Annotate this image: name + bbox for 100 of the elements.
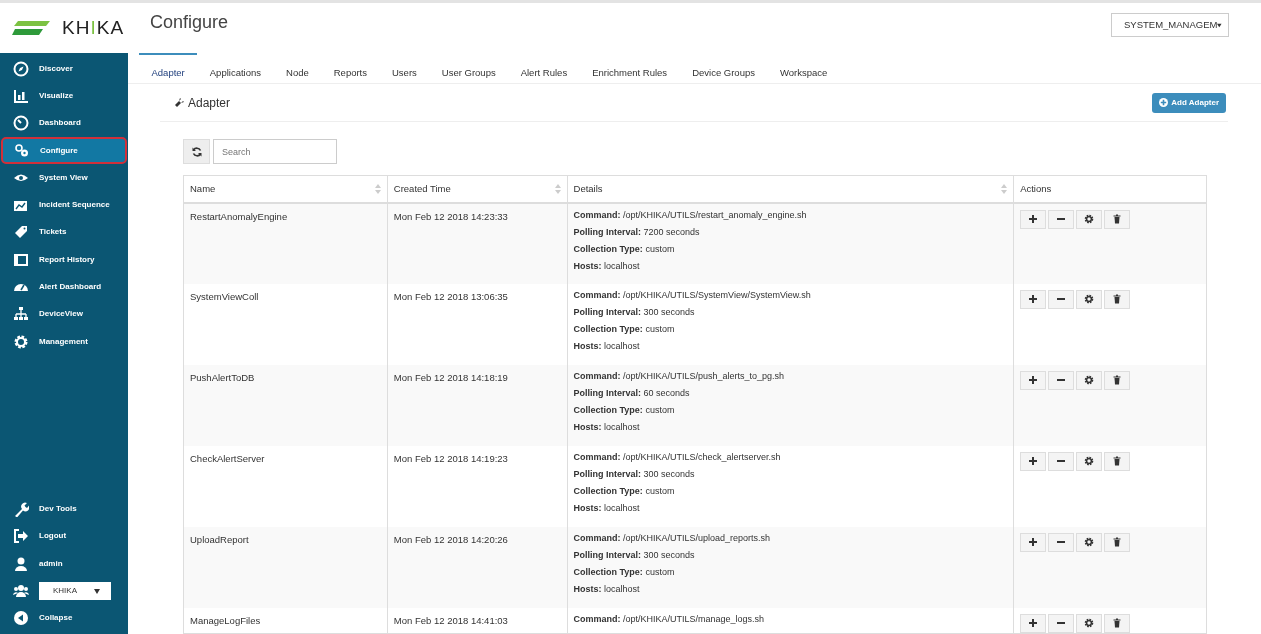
settings-icon	[1084, 294, 1095, 304]
trash-icon	[1112, 456, 1123, 466]
tab[interactable]: Alert Rules	[508, 53, 580, 83]
add-row-button[interactable]	[1020, 532, 1047, 552]
sidebar-item[interactable]: Configure	[1, 136, 127, 165]
tag-icon	[13, 224, 29, 241]
refresh-icon	[191, 146, 202, 157]
collapse-icon	[13, 610, 29, 627]
column-header: Name	[190, 181, 216, 196]
settings-button[interactable]	[1076, 532, 1103, 552]
settings-button[interactable]	[1076, 451, 1103, 471]
detail-line: Command: /opt/KHIKA/UTILS/push_alerts_to_pg.sh	[573, 369, 786, 383]
detail-line: Command: /opt/KHIKA/UTILS/manage_logs.sh	[573, 612, 766, 626]
remove-row-button[interactable]	[1048, 209, 1075, 229]
panel-title: Adapter	[172, 93, 231, 112]
remove-row-button[interactable]	[1048, 613, 1075, 633]
settings-icon	[13, 333, 29, 350]
plus-icon	[1028, 375, 1039, 385]
delete-button[interactable]	[1104, 613, 1131, 633]
column-header: Details	[573, 181, 603, 196]
delete-button[interactable]	[1104, 451, 1131, 471]
detail-line: Command: /opt/KHIKA/UTILS/check_alertserver.sh	[573, 450, 782, 464]
gauge-icon	[13, 115, 29, 132]
tenant-dropdown[interactable]: KHIKA	[39, 582, 111, 601]
sidebar-item[interactable]: DeviceView	[0, 300, 128, 328]
sidebar-item[interactable]: Alert Dashboard	[0, 273, 128, 301]
sidebar-item[interactable]: Visualize	[0, 82, 128, 110]
detail-line: Polling Interval: 7200 seconds	[573, 225, 701, 239]
delete-button[interactable]	[1104, 289, 1131, 309]
detail-line: Polling Interval: 300 seconds	[573, 548, 696, 562]
sidebar-item[interactable]: Discover	[0, 55, 128, 83]
tab[interactable]: Enrichment Rules	[579, 53, 680, 83]
sidebar-item[interactable]: Incident Sequence	[0, 191, 128, 219]
column-header: Created Time	[393, 181, 451, 196]
add-row-button[interactable]	[1020, 209, 1047, 229]
settings-button[interactable]	[1076, 613, 1103, 633]
plus-icon	[1028, 214, 1039, 224]
sidebar-item[interactable]: Management	[0, 327, 128, 356]
settings-icon	[1084, 537, 1095, 547]
tab[interactable]: Adapter	[139, 53, 198, 83]
network-icon	[13, 306, 29, 323]
settings-icon	[1084, 456, 1095, 466]
remove-row-button[interactable]	[1048, 289, 1075, 309]
detail-line: Hosts: localhost	[573, 420, 641, 434]
trash-icon	[1112, 618, 1123, 628]
logo-icon	[12, 21, 50, 35]
tab[interactable]: Device Groups	[679, 53, 768, 83]
trash-icon	[1112, 214, 1123, 224]
logo-text: KHIKA	[62, 15, 125, 40]
users-icon	[13, 583, 29, 600]
plus-circle-icon	[1159, 98, 1169, 107]
delete-button[interactable]	[1104, 532, 1131, 552]
remove-row-button[interactable]	[1048, 451, 1075, 471]
add-row-button[interactable]	[1020, 370, 1047, 390]
adapter-name: PushAlertToDB	[190, 371, 255, 383]
sidebar-item[interactable]: Collapse	[0, 604, 128, 632]
tab[interactable]: Users	[379, 53, 430, 83]
page-title: Configure	[150, 10, 229, 34]
detail-line: Polling Interval: 300 seconds	[573, 467, 696, 481]
adapter-name: SystemViewColl	[190, 290, 259, 302]
refresh-button[interactable]	[183, 139, 210, 164]
settings-button[interactable]	[1076, 209, 1103, 229]
plus-icon	[1028, 456, 1039, 466]
sidebar-item[interactable]: Tickets	[0, 218, 128, 247]
remove-row-button[interactable]	[1048, 370, 1075, 390]
detail-line: Command: /opt/KHIKA/UTILS/upload_reports.sh	[573, 531, 772, 545]
adapter-name: ManageLogFiles	[190, 614, 261, 626]
caret-icon	[1217, 22, 1222, 28]
tab[interactable]: Reports	[321, 53, 380, 83]
tab[interactable]: Node	[273, 53, 322, 83]
delete-button[interactable]	[1104, 370, 1131, 390]
tab[interactable]: Workspace	[767, 53, 840, 83]
sidebar-item[interactable]: Logout	[0, 522, 128, 551]
created-time: Mon Feb 12 2018 14:23:33	[393, 210, 508, 222]
column-header: Actions	[1020, 181, 1052, 196]
delete-button[interactable]	[1104, 209, 1131, 229]
bar-chart-icon	[13, 87, 29, 104]
tab[interactable]: Applications	[197, 53, 274, 83]
settings-button[interactable]	[1076, 370, 1103, 390]
sidebar-item[interactable]: System View	[0, 164, 128, 192]
settings-button[interactable]	[1076, 289, 1103, 309]
add-row-button[interactable]	[1020, 451, 1047, 471]
created-time: Mon Feb 12 2018 14:20:26	[393, 533, 508, 545]
search-field[interactable]: Search	[213, 139, 337, 164]
sidebar-item[interactable]: Report History	[0, 246, 128, 274]
sidebar-item[interactable]: Dev Tools	[0, 495, 128, 523]
remove-row-button[interactable]	[1048, 532, 1075, 552]
workspace-dropdown[interactable]: SYSTEM_MANAGEM	[1111, 13, 1229, 37]
tab[interactable]: User Groups	[429, 53, 509, 83]
trash-icon	[1112, 537, 1123, 547]
sidebar-item[interactable]: admin	[0, 550, 128, 578]
settings-icon	[1084, 375, 1095, 385]
trash-icon	[1112, 294, 1123, 304]
detail-line: Command: /opt/KHIKA/UTILS/restart_anomaly_engine.sh	[573, 208, 808, 222]
add-adapter-button[interactable]: Add Adapter	[1152, 92, 1226, 113]
add-row-button[interactable]	[1020, 613, 1047, 633]
sidebar-item[interactable]: Dashboard	[0, 109, 128, 137]
detail-line: Collection Type: custom	[573, 403, 676, 417]
add-row-button[interactable]	[1020, 289, 1047, 309]
wrench-icon	[13, 501, 29, 518]
